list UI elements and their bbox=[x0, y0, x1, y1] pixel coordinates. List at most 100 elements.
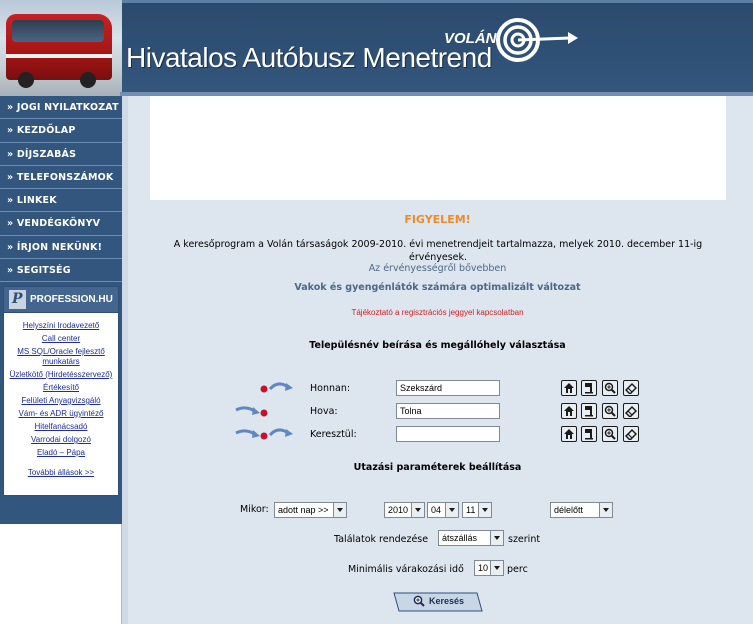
wait-select-value: 10 bbox=[478, 563, 489, 573]
chevron-down-icon bbox=[599, 503, 612, 517]
bus-stop-icon[interactable] bbox=[581, 403, 597, 419]
search-button-label: Keresés bbox=[429, 596, 465, 606]
volan-logo: VOLÁN bbox=[440, 18, 580, 68]
bus-stripe bbox=[6, 54, 112, 58]
eraser-icon[interactable] bbox=[623, 403, 639, 419]
sidebar-bottom-blank bbox=[0, 524, 122, 624]
job-link[interactable]: Hitelfanácsadó bbox=[6, 422, 116, 432]
month-select-value: 04 bbox=[431, 505, 442, 515]
wait-label: Minimális várakozási idő bbox=[348, 564, 464, 575]
route-from-icon bbox=[234, 381, 294, 396]
month-select[interactable]: 04 bbox=[427, 502, 459, 518]
more-jobs-link[interactable]: További állások >> bbox=[4, 468, 118, 477]
bus-photo bbox=[0, 0, 122, 96]
profession-ad-box: P PROFESSION.HU Helyszíni Irodavezető Ca… bbox=[3, 286, 119, 496]
volan-target-icon bbox=[496, 18, 578, 62]
validity-link[interactable]: Az érvényességről bővebben bbox=[122, 263, 753, 274]
wait-row: Minimális várakozási idő 10 perc bbox=[122, 560, 753, 578]
job-link[interactable]: Varrodai dolgozó bbox=[6, 435, 116, 445]
home-icon[interactable] bbox=[561, 426, 577, 442]
profession-logo[interactable]: P PROFESSION.HU bbox=[4, 287, 118, 313]
route-via-label: Keresztül: bbox=[310, 429, 357, 440]
registration-info-link[interactable]: Tájékoztató a regisztrációs jeggyel kapc… bbox=[122, 308, 753, 317]
when-label: Mikor: bbox=[240, 504, 269, 515]
job-link[interactable]: Helyszíni Irodavezető bbox=[6, 321, 116, 331]
profession-p-icon: P bbox=[9, 290, 26, 309]
route-to-label: Hova: bbox=[310, 406, 338, 417]
sidebar: » JOGI NYILATKOZAT » KEZDŐLAP » DÍJSZABÁ… bbox=[0, 96, 122, 524]
bus-stop-icon[interactable] bbox=[581, 426, 597, 442]
day-select-value: 11 bbox=[466, 505, 476, 515]
bus-stop-icon[interactable] bbox=[581, 380, 597, 396]
home-icon[interactable] bbox=[561, 403, 577, 419]
zoom-icon[interactable] bbox=[602, 426, 618, 442]
chevron-down-icon bbox=[411, 503, 424, 517]
schedule-description: A keresőprogram a Volán társaságok 2009-… bbox=[173, 239, 703, 263]
zoom-icon[interactable] bbox=[602, 380, 618, 396]
route-to-icon bbox=[234, 404, 294, 419]
chevron-down-icon bbox=[333, 503, 346, 517]
chevron-down-icon bbox=[490, 561, 503, 575]
sort-select-value: átszállás bbox=[442, 533, 478, 543]
eraser-icon[interactable] bbox=[623, 380, 639, 396]
route-from-label: Honnan: bbox=[310, 383, 351, 394]
job-link[interactable]: Üzletkötő (Hirdetésszervező) bbox=[6, 370, 116, 380]
header-top-line bbox=[120, 0, 753, 3]
sidebar-item-home[interactable]: » KEZDŐLAP bbox=[0, 119, 122, 143]
sidebar-item-legal[interactable]: » JOGI NYILATKOZAT bbox=[0, 96, 122, 120]
when-select-value: adott nap >> bbox=[278, 505, 329, 515]
bus-wheel bbox=[18, 72, 34, 88]
sidebar-item-contact[interactable]: » ÍRJON NEKÜNK! bbox=[0, 236, 122, 260]
sort-select[interactable]: átszállás bbox=[438, 530, 504, 546]
main-content: FIGYELEM! A keresőprogram a Volán társas… bbox=[122, 96, 753, 624]
chevron-down-icon bbox=[490, 531, 503, 545]
from-input[interactable]: Szekszárd bbox=[396, 380, 500, 396]
route-row-to: Hova: Tolna bbox=[122, 403, 753, 423]
when-row: Mikor: adott nap >> 2010 04 11 délelőtt bbox=[122, 502, 753, 520]
year-select[interactable]: 2010 bbox=[384, 502, 425, 518]
route-via-icon bbox=[234, 427, 294, 442]
home-icon[interactable] bbox=[561, 380, 577, 396]
profession-logo-text: PROFESSION.HU bbox=[30, 294, 113, 305]
job-link[interactable]: Felületi Anyagvizsgáló bbox=[6, 396, 116, 406]
bus-window bbox=[12, 20, 104, 42]
via-input[interactable] bbox=[396, 426, 500, 442]
sort-suffix: szerint bbox=[508, 534, 541, 545]
section-title-places: Településnév beírása és megállóhely vála… bbox=[309, 340, 566, 351]
zoom-icon[interactable] bbox=[602, 403, 618, 419]
job-link[interactable]: Call center bbox=[6, 334, 116, 344]
job-link[interactable]: Vám- és ADR ügyintéző bbox=[6, 409, 116, 419]
year-select-value: 2010 bbox=[388, 505, 409, 515]
sort-label: Találatok rendezése bbox=[334, 534, 429, 545]
job-link[interactable]: Eladó – Pápa bbox=[6, 448, 116, 458]
eraser-icon[interactable] bbox=[623, 426, 639, 442]
chevron-down-icon bbox=[445, 503, 458, 517]
job-link[interactable]: Értékesítő bbox=[6, 383, 116, 393]
job-list: Helyszíni Irodavezető Call center MS SQL… bbox=[4, 313, 118, 477]
search-button[interactable]: Keresés bbox=[393, 592, 483, 612]
wait-unit: perc bbox=[507, 564, 528, 575]
site-header: Hivatalos Autóbusz Menetrend VOLÁN bbox=[0, 0, 753, 96]
section-title-params: Utazási paraméterek beállítása bbox=[353, 462, 522, 473]
sidebar-item-phones[interactable]: » TELEFONSZÁMOK bbox=[0, 166, 122, 190]
sidebar-item-guestbook[interactable]: » VENDÉGKÖNYV bbox=[0, 212, 122, 236]
route-row-from: Honnan: Szekszárd bbox=[122, 380, 753, 400]
day-select[interactable]: 11 bbox=[462, 502, 492, 518]
volan-logo-text: VOLÁN bbox=[444, 30, 497, 47]
bus-wheel bbox=[80, 72, 96, 88]
wait-select[interactable]: 10 bbox=[474, 560, 504, 576]
when-select[interactable]: adott nap >> bbox=[274, 502, 347, 518]
to-input[interactable]: Tolna bbox=[396, 403, 500, 419]
sidebar-item-help[interactable]: » SEGITSÉG bbox=[0, 259, 122, 283]
chevron-down-icon bbox=[478, 503, 491, 517]
job-link[interactable]: MS SQL/Oracle fejlesztő munkatárs bbox=[6, 347, 116, 367]
accessible-version-link[interactable]: Vakok és gyengénlátók számára optimalizá… bbox=[122, 282, 753, 293]
daypart-select[interactable]: délelőtt bbox=[550, 502, 613, 518]
ad-banner-area bbox=[150, 96, 726, 200]
route-row-via: Keresztül: bbox=[122, 426, 753, 446]
sidebar-item-fares[interactable]: » DÍJSZABÁS bbox=[0, 143, 122, 166]
site-title: Hivatalos Autóbusz Menetrend bbox=[126, 42, 492, 73]
warning-title: FIGYELEM! bbox=[404, 213, 471, 226]
sidebar-item-links[interactable]: » LINKEK bbox=[0, 189, 122, 213]
sort-row: Találatok rendezése átszállás szerint bbox=[122, 530, 753, 548]
